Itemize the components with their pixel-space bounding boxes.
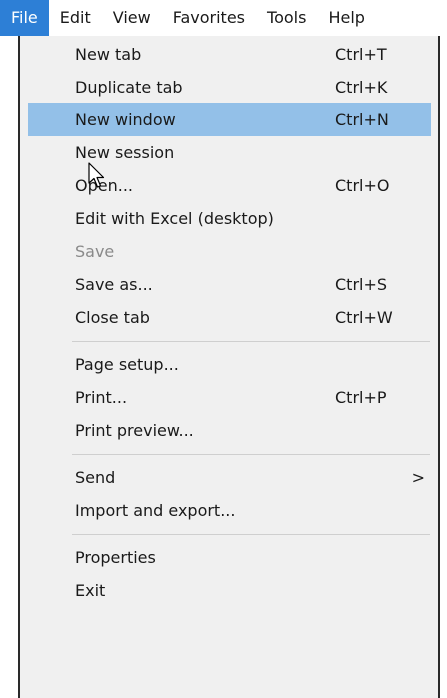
menubar-help[interactable]: Help [317, 0, 375, 36]
menu-item-shortcut: Ctrl+O [335, 176, 390, 195]
menu-item-shortcut: Ctrl+S [335, 275, 388, 294]
menu-separator [72, 534, 430, 535]
menu-item-label: Send [75, 468, 116, 487]
menu-item-label: Save as... [75, 275, 153, 294]
menu-item-new-window[interactable]: New window Ctrl+N [28, 103, 431, 136]
menubar-edit[interactable]: Edit [49, 0, 102, 36]
menu-item-open[interactable]: Open... Ctrl+O [28, 169, 431, 202]
menu-item-import-export[interactable]: Import and export... [28, 494, 431, 527]
menu-item-properties[interactable]: Properties [28, 541, 431, 574]
menubar-favorites[interactable]: Favorites [162, 0, 256, 36]
menu-item-shortcut: Ctrl+P [335, 388, 387, 407]
menu-item-save: Save [28, 235, 431, 268]
menu-item-new-session[interactable]: New session [28, 136, 431, 169]
menu-item-label: Duplicate tab [75, 78, 183, 97]
menu-separator [72, 341, 430, 342]
menu-item-save-as[interactable]: Save as... Ctrl+S [28, 268, 431, 301]
menu-item-edit-with-excel[interactable]: Edit with Excel (desktop) [28, 202, 431, 235]
menu-item-print-preview[interactable]: Print preview... [28, 414, 431, 447]
file-dropdown-menu: New tab Ctrl+T Duplicate tab Ctrl+K New … [18, 36, 440, 698]
menu-item-close-tab[interactable]: Close tab Ctrl+W [28, 301, 431, 334]
menu-item-label: New tab [75, 45, 142, 64]
menu-item-send[interactable]: Send > [28, 461, 431, 494]
chevron-right-icon: > [411, 468, 425, 487]
menu-bar: File Edit View Favorites Tools Help [0, 0, 447, 36]
menu-separator [72, 454, 430, 455]
menu-item-label: Close tab [75, 308, 150, 327]
menu-item-page-setup[interactable]: Page setup... [28, 348, 431, 381]
menu-item-shortcut: Ctrl+T [335, 45, 387, 64]
menu-item-label: New session [75, 143, 175, 162]
menu-item-label: Print... [75, 388, 128, 407]
menu-item-label: Properties [75, 548, 156, 567]
menu-item-label: Save [75, 242, 115, 261]
menu-item-label: Print preview... [75, 421, 194, 440]
menu-item-label: Page setup... [75, 355, 179, 374]
menu-item-shortcut: Ctrl+N [335, 110, 389, 129]
menu-item-label: New window [75, 110, 176, 129]
menu-item-exit[interactable]: Exit [28, 574, 431, 607]
menubar-file[interactable]: File [0, 0, 49, 36]
menu-item-print[interactable]: Print... Ctrl+P [28, 381, 431, 414]
menubar-view[interactable]: View [102, 0, 162, 36]
menu-item-label: Exit [75, 581, 106, 600]
menu-item-shortcut: Ctrl+K [335, 78, 388, 97]
menu-item-shortcut: Ctrl+W [335, 308, 393, 327]
menu-item-duplicate-tab[interactable]: Duplicate tab Ctrl+K [28, 71, 431, 104]
menubar-tools[interactable]: Tools [256, 0, 317, 36]
menu-item-new-tab[interactable]: New tab Ctrl+T [28, 38, 431, 71]
menu-item-label: Edit with Excel (desktop) [75, 209, 274, 228]
menu-item-label: Open... [75, 176, 133, 195]
menu-item-label: Import and export... [75, 501, 236, 520]
